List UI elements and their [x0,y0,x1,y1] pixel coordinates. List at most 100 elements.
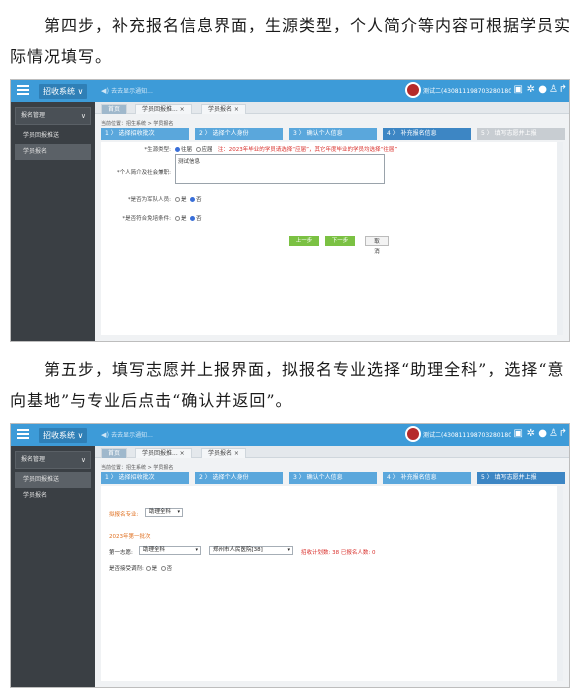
notice-text: 去去显示通知... [111,432,153,439]
form-panel: 拟报名专业: 助理全科 ▾ 2023年第一批次 第一志愿: 助理全科 ▾ 郑州市人民… [101,486,563,681]
choice-base-value: 郑州市人民医院[38] [213,547,263,553]
adjust-yes-label: 是 [151,566,158,572]
caret-down-icon: ▾ [177,509,180,515]
message-icon[interactable]: ▣ [514,428,523,440]
sidebar-section-label: 报名管理 [21,112,46,119]
step5-paragraph: 第五步，填写志愿并上报界面，拟报名专业选择“助理全科”，选择“意向基地”与专业后… [10,354,572,416]
step5-screenshot: 招收系统 ∨ ◀) 去去显示通知... 测试二(43081119870328018… [10,423,570,688]
sidebar-item-registration[interactable]: 学员报名 [15,488,91,504]
user-name[interactable]: 测试二(430811198703280180) [423,430,511,439]
sidebar-item-report-push[interactable]: 学员回报推送 [15,472,91,488]
notice-text: 去去显示通知... [111,88,153,95]
prev-step-button[interactable]: 上一步 [289,236,319,246]
step-2: 2 〉 选择个人身份 [195,472,283,484]
batch-title: 2023年第一批次 [109,534,151,540]
exit-icon[interactable]: ↱ [559,84,567,96]
step-1: 1 〉 选择招收批次 [101,472,189,484]
chevron-down-icon: ∨ [80,456,86,464]
step-3: 3 〉 确认个人信息 [289,472,377,484]
choice-base-select[interactable]: 郑州市人民医院[38] ▾ [209,546,293,555]
source-previous-label: 往届 [181,147,193,153]
choice-major-select[interactable]: 助理全科 ▾ [139,546,201,555]
exempt-yes-radio[interactable] [175,216,180,221]
step5-text: 第五步，填写志愿并上报界面，拟报名专业选择“助理全科”，选择“意向基地”与专业后… [10,360,565,410]
military-no-label: 否 [196,197,202,203]
help-icon[interactable]: ● [538,84,547,96]
speaker-icon: ◀) [101,87,110,95]
tab-home[interactable]: 首页 [101,448,128,458]
major-select-value: 助理全科 [149,509,172,515]
breadcrumb: 当前位置：招生系统 > 学员报名 [101,465,174,471]
exit-icon[interactable]: ↱ [559,428,567,440]
user-name[interactable]: 测试二(430811198703280180) [423,86,511,95]
message-icon[interactable]: ▣ [514,84,523,96]
next-step-button[interactable]: 下一步 [325,236,355,246]
system-menu[interactable]: 招收系统 ∨ [39,428,88,443]
step-5: 5 〉 填写志愿并上报 [477,472,565,484]
sidebar-item-report-push[interactable]: 学员回报推送 [15,128,91,144]
exempt-no-radio[interactable] [190,216,196,221]
notice-bar: ◀) 去去显示通知... [101,86,153,95]
source-type-label: *生源类型: [144,147,171,153]
major-label: 拟报名专业: [109,512,139,518]
person-icon[interactable]: ♙ [549,428,558,440]
major-select[interactable]: 助理全科 ▾ [145,508,183,517]
chevron-down-icon: ∨ [80,112,86,120]
tab-bar: 首页 学员回报推... × 学员报名 × [95,102,569,114]
source-previous-radio[interactable] [175,147,180,152]
adjust-yes-radio[interactable] [145,566,151,571]
main-area: 首页 学员回报推... × 学员报名 × 当前位置：招生系统 > 学员报名 1 … [95,102,569,341]
step4-screenshot: 招收系统 ∨ ◀) 去去显示通知... 测试二(43081119870328018… [10,79,570,342]
sidebar-section-registration[interactable]: 报名管理 ∨ [15,107,91,125]
step-indicator: 1 〉 选择招收批次 2 〉 选择个人身份 3 〉 确认个人信息 4 〉 补充报… [101,128,565,140]
form-panel: *生源类型: 往届 应届 注：2023年毕业的学员请选择“应届”，其它年度毕业的… [101,142,563,335]
gear-icon[interactable]: ✲ [527,84,535,96]
source-current-radio[interactable] [195,147,201,152]
tab-home[interactable]: 首页 [101,104,128,114]
gear-icon[interactable]: ✲ [527,428,535,440]
step-5: 5 〉 填写志愿并上报 [477,128,565,140]
intro-textarea[interactable]: 测试信息 [175,154,385,184]
cancel-button[interactable]: 取消 [365,236,389,255]
exempt-label: *是否符合免培条件: [122,216,171,222]
notice-bar: ◀) 去去显示通知... [101,430,153,439]
tab-report-push[interactable]: 学员回报推... × [135,104,192,114]
system-menu[interactable]: 招收系统 ∨ [39,84,88,99]
military-no-radio[interactable] [190,197,196,202]
avatar[interactable] [405,426,421,442]
main-area: 首页 学员回报推... × 学员报名 × 当前位置：招生系统 > 学员报名 1 … [95,446,569,687]
adjust-label: 是否接受调剂: [109,566,144,572]
adjust-no-radio[interactable] [160,566,166,571]
top-bar: 招收系统 ∨ ◀) 去去显示通知... 测试二(43081119870328018… [11,424,569,446]
hamburger-menu-icon[interactable] [17,85,29,95]
tab-report-push[interactable]: 学员回报推... × [135,448,192,458]
step-4: 4 〉 补充报名信息 [383,128,471,140]
scrollbar[interactable] [557,486,563,681]
tab-bar: 首页 学员回报推... × 学员报名 × [95,446,569,458]
source-warning: 注：2023年毕业的学员请选择“应届”，其它年度毕业的学员均选择“往届” [217,147,398,153]
adjust-row: 是否接受调剂: 是 否 [109,564,172,572]
exempt-yes-label: 是 [181,216,187,222]
top-bar: 招收系统 ∨ ◀) 去去显示通知... 测试二(43081119870328018… [11,80,569,102]
military-label: *是否为军队人员: [127,197,171,203]
choice-major-value: 助理全科 [143,547,166,553]
military-options: 是 否 [175,195,202,203]
caret-down-icon: ▾ [287,547,290,553]
military-yes-radio[interactable] [175,197,180,202]
sidebar-item-registration[interactable]: 学员报名 [15,144,91,160]
tab-registration[interactable]: 学员报名 × [201,448,246,458]
avatar[interactable] [405,82,421,98]
tab-registration[interactable]: 学员报名 × [201,104,246,114]
caret-down-icon: ▾ [195,547,198,553]
step-4: 4 〉 补充报名信息 [383,472,471,484]
scrollbar[interactable] [557,142,563,335]
sidebar-section-registration[interactable]: 报名管理 ∨ [15,451,91,469]
person-icon[interactable]: ♙ [549,84,558,96]
military-yes-label: 是 [181,197,187,203]
help-icon[interactable]: ● [538,428,547,440]
plan-info: 招收计划数: 38 已报名人数: 0 [301,550,376,556]
speaker-icon: ◀) [101,431,110,439]
step-2: 2 〉 选择个人身份 [195,128,283,140]
hamburger-menu-icon[interactable] [17,429,29,439]
breadcrumb: 当前位置：招生系统 > 学员报名 [101,121,174,127]
